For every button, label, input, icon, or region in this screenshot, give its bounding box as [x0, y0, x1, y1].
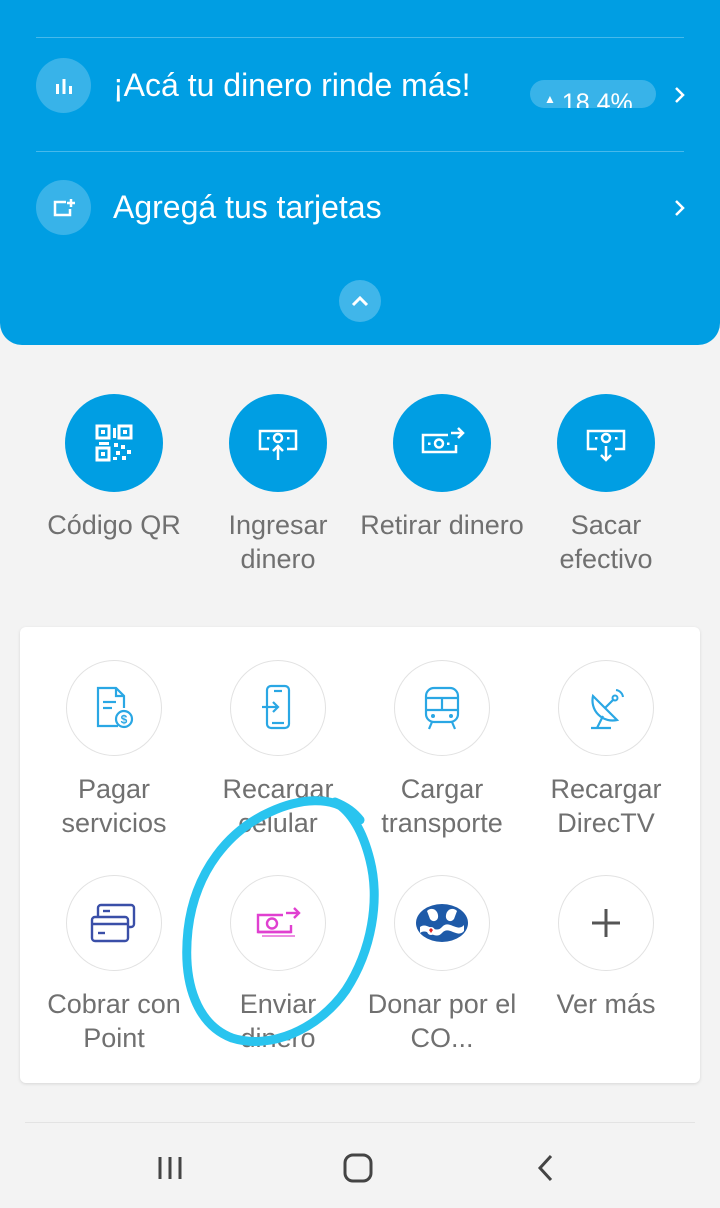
add-card-icon	[36, 180, 91, 235]
service-point[interactable]: Cobrar con Point	[29, 875, 199, 1055]
service-label: Donar por el CO...	[357, 987, 527, 1055]
donation-logo-icon	[394, 875, 490, 971]
chevron-right-icon	[675, 87, 685, 103]
quick-action-label: Código QR	[47, 510, 181, 540]
satellite-dish-icon	[558, 660, 654, 756]
service-label-text: Cobrar con Point	[47, 989, 181, 1053]
service-label-text: Recargar celular	[222, 774, 334, 838]
plus-icon	[558, 875, 654, 971]
trend-up-triangle-icon: ▲	[544, 92, 556, 106]
yield-badge: ▲ 18,4%	[530, 80, 656, 108]
quick-action-qr[interactable]: Código QR	[32, 394, 196, 542]
service-donate[interactable]: Donar por el CO...	[357, 875, 527, 1055]
bill-payment-icon: $	[66, 660, 162, 756]
quick-action-label: Retirar dinero	[360, 510, 524, 540]
account-panel: ¡Acá tu dinero rinde más! ▲ 18,4% Agregá …	[0, 0, 720, 345]
service-directv[interactable]: Recargar DirecTV	[521, 660, 691, 840]
service-label-text: Cargar transporte	[381, 774, 503, 838]
recent-apps-icon[interactable]	[150, 1151, 190, 1185]
collapse-button[interactable]	[339, 280, 381, 322]
services-card: $ Pagar servicios Recargar celular Carga…	[20, 627, 700, 1083]
home-icon[interactable]	[338, 1151, 378, 1185]
back-icon[interactable]	[526, 1151, 566, 1185]
service-label-text: Recargar DirecTV	[550, 774, 662, 838]
service-send-money[interactable]: Enviar dinero	[193, 875, 363, 1055]
cash-out-icon	[557, 394, 655, 492]
service-phone-recharge[interactable]: Recargar celular	[193, 660, 363, 840]
quick-action-label: Ingresar dinero	[228, 510, 328, 574]
deposit-money-icon	[229, 394, 327, 492]
qr-code-icon	[65, 394, 163, 492]
send-money-icon	[230, 875, 326, 971]
quick-action-label: Sacar efectivo	[559, 510, 653, 574]
service-label: Cargar transporte	[357, 772, 527, 840]
service-label: Enviar dinero	[193, 987, 363, 1055]
bus-icon	[394, 660, 490, 756]
quick-action-withdraw[interactable]: Retirar dinero	[360, 394, 524, 542]
service-label: Ver más	[556, 989, 656, 1019]
service-transport[interactable]: Cargar transporte	[357, 660, 527, 840]
invest-row-label: ¡Acá tu dinero rinde más!	[113, 67, 471, 103]
system-nav-bar	[0, 1123, 720, 1208]
service-see-more[interactable]: Ver más	[521, 875, 691, 1021]
divider	[36, 151, 684, 152]
add-cards-label: Agregá tus tarjetas	[113, 189, 382, 225]
chevron-right-icon	[675, 200, 685, 216]
svg-text:$: $	[121, 713, 128, 727]
withdraw-transfer-icon	[393, 394, 491, 492]
quick-action-cash-out[interactable]: Sacar efectivo	[524, 394, 688, 576]
divider	[36, 37, 684, 38]
yield-value: 18,4%	[561, 89, 633, 108]
service-label: Recargar celular	[193, 772, 363, 840]
add-cards-row[interactable]: Agregá tus tarjetas	[36, 180, 686, 235]
point-card-reader-icon	[66, 875, 162, 971]
service-label-text: Donar por el CO...	[367, 989, 517, 1053]
quick-action-deposit[interactable]: Ingresar dinero	[196, 394, 360, 576]
phone-recharge-icon	[230, 660, 326, 756]
service-label: Recargar DirecTV	[521, 772, 691, 840]
service-pay-bills[interactable]: $ Pagar servicios	[29, 660, 199, 840]
service-label-text: Pagar servicios	[61, 774, 167, 838]
chevron-up-icon	[351, 295, 369, 307]
bar-chart-icon	[36, 58, 91, 113]
service-label: Pagar servicios	[29, 772, 199, 840]
service-label: Cobrar con Point	[29, 987, 199, 1055]
service-label-text: Enviar dinero	[239, 989, 317, 1053]
